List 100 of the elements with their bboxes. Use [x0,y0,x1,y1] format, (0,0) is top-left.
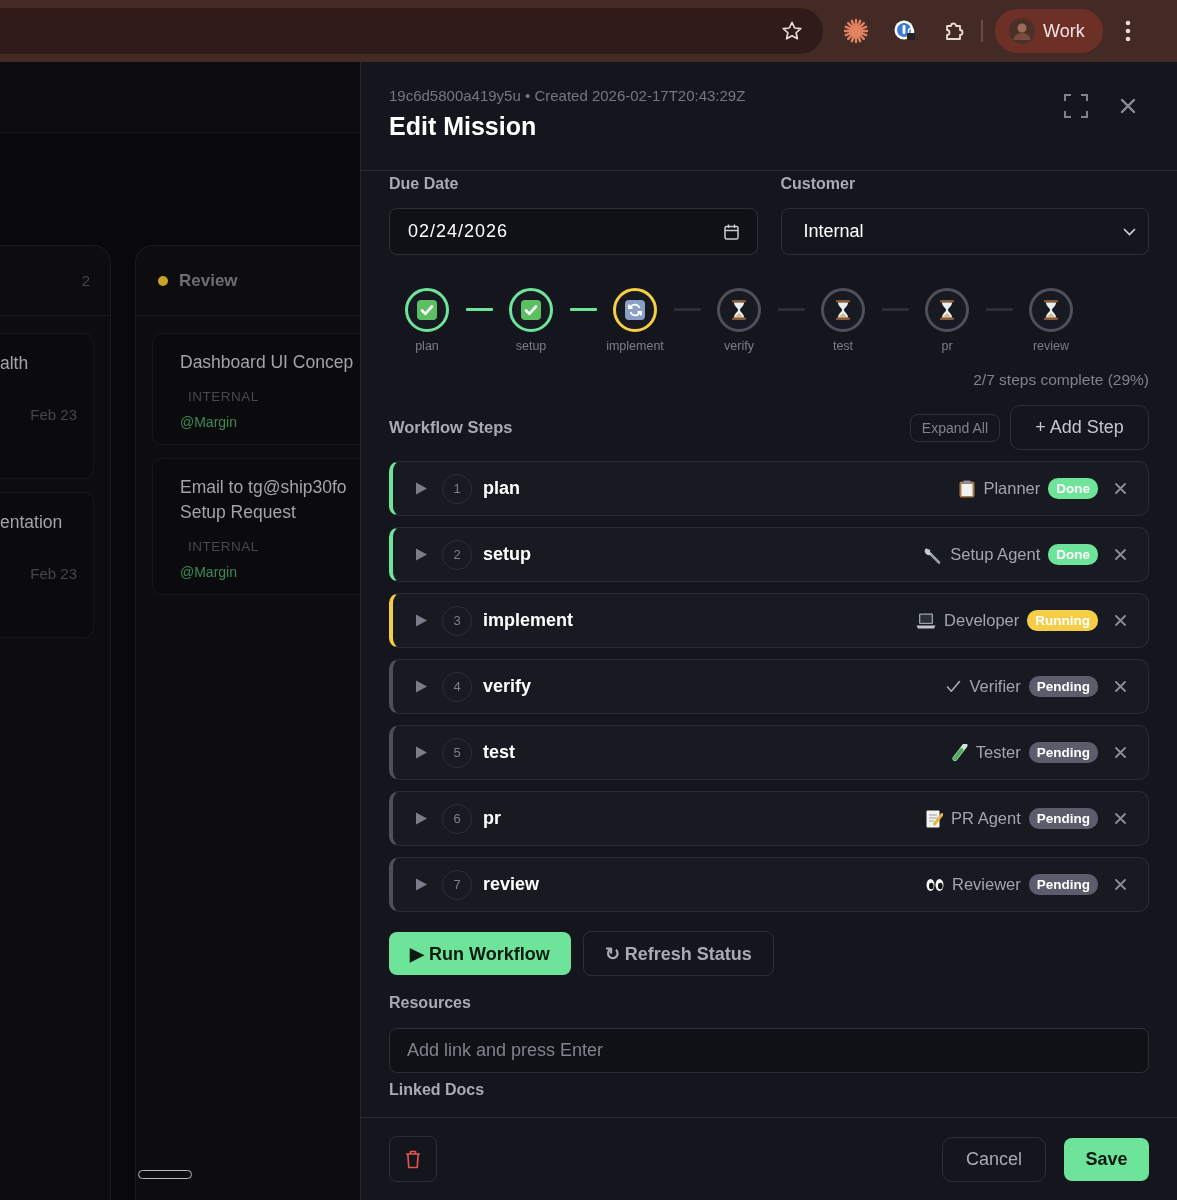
section-title: Resources [389,994,472,1013]
task-card[interactable]: Email to tg@ship30fo Setup Request INTERNAL @Margin [152,458,360,595]
expand-icon[interactable] [415,746,427,759]
status-badge: Running [1027,610,1098,631]
checkbox-icon [521,300,541,320]
trash-icon [405,1149,421,1169]
hourglass-icon [731,300,747,320]
step-name: verify [483,676,532,697]
card-count: 2 [81,272,90,289]
workflow-step[interactable]: 3 implement Developer Running [389,593,1149,648]
status-badge: Done [1048,478,1098,499]
hourglass-icon [835,300,851,320]
workflow-step[interactable]: 2 setup Setup Agent Done [389,527,1149,582]
eyes-icon [925,877,944,892]
fullscreen-icon[interactable] [1064,94,1088,118]
delete-button[interactable] [389,1136,437,1182]
agent-name: Setup Agent [950,545,1041,564]
expand-icon[interactable] [415,482,427,495]
expand-icon[interactable] [415,548,427,561]
drawer-title: Edit Mission [389,112,538,141]
due-date-text: Feb 23 [29,565,77,582]
laptop-icon [916,612,937,629]
step-label: implement [606,339,664,353]
hourglass-icon [1043,300,1059,320]
expand-all-button[interactable]: Expand All [909,413,1000,442]
memo-icon [926,809,944,828]
password-manager-icon[interactable] [893,19,917,43]
refresh-status-button[interactable]: ↻ Refresh Status [582,931,774,976]
starburst-icon[interactable] [843,18,869,44]
step-name: plan [483,478,520,499]
remove-icon[interactable] [1115,615,1126,626]
card-title: alth [0,352,30,375]
step-name: implement [483,610,574,631]
checkbox-icon [417,300,437,320]
workflow-step[interactable]: 7 review Reviewer Pending [389,857,1149,912]
test-tube-icon [951,743,968,762]
assignee-text: @Margin [180,414,237,430]
task-card[interactable]: entation Feb 23 [0,492,94,638]
check-icon [946,680,962,693]
status-badge: Pending [1028,808,1098,829]
agent-name: Tester [975,743,1021,762]
cancel-button[interactable]: Cancel [942,1136,1046,1182]
wrench-icon [924,545,943,564]
step-name: review [483,874,540,895]
column-title: Review [179,270,238,291]
sync-icon [625,300,645,320]
section-title: Linked Docs [389,1081,486,1100]
remove-icon[interactable] [1115,879,1126,890]
card-title: Dashboard UI Concep [180,351,355,374]
task-card[interactable]: alth Feb 23 [0,333,94,479]
agent-name: Planner [983,479,1041,498]
resource-link-field[interactable]: Add link and press Enter [389,1028,1149,1073]
calendar-icon [723,223,739,240]
assignee-text: @Margin [180,564,237,580]
remove-icon[interactable] [1115,549,1126,560]
field-label: Due Date [389,175,460,194]
card-title: Email to tg@ship30fo [180,476,348,499]
save-button[interactable]: Save [1064,1137,1149,1181]
agent-name: PR Agent [951,809,1021,828]
close-icon[interactable] [1120,98,1136,114]
expand-icon[interactable] [415,680,427,693]
step-name: pr [483,808,501,829]
step-label: pr [941,339,953,353]
expand-icon[interactable] [415,614,427,627]
workflow-step[interactable]: 5 test Tester Pending [389,725,1149,780]
step-label: verify [724,339,754,353]
mission-meta: 19c6d5800a419y5u • Created 2026-02-17T20:43:29Z [389,87,747,104]
run-workflow-button[interactable]: ▶ Run Workflow [389,932,571,975]
remove-icon[interactable] [1115,483,1126,494]
status-badge: Pending [1028,676,1098,697]
remove-icon[interactable] [1115,747,1126,758]
add-step-button[interactable]: + Add Step [1010,405,1149,450]
status-badge: Done [1048,544,1098,565]
remove-icon[interactable] [1115,681,1126,692]
customer-tag: INTERNAL [188,389,360,404]
expand-icon[interactable] [415,812,427,825]
workflow-step[interactable]: 6 pr PR Agent Pending [389,791,1149,846]
step-name: test [483,742,515,763]
expand-icon[interactable] [415,878,427,891]
step-label: review [1032,339,1070,353]
remove-icon[interactable] [1115,813,1126,824]
customer-tag: INTERNAL [188,539,360,554]
status-badge: Pending [1028,874,1098,895]
workflow-step[interactable]: 1 plan Planner Done [389,461,1149,516]
agent-name: Reviewer [951,875,1021,894]
card-title: entation [0,511,64,534]
workflow-step[interactable]: 4 verify Verifier Pending [389,659,1149,714]
task-card[interactable]: Dashboard UI Concep INTERNAL @Margin [152,333,360,445]
more-menu-icon[interactable] [1124,20,1131,42]
profile-button[interactable]: Work [995,9,1103,53]
field-label: Customer [780,175,857,194]
step-label: test [832,339,854,353]
bookmark-star-icon[interactable] [781,20,803,42]
step-name: setup [483,544,531,565]
chevron-down-icon [1123,227,1136,236]
section-title: Workflow Steps [389,418,514,437]
customer-select[interactable]: Internal [780,208,1149,255]
date-field[interactable]: 02/24/2026 [389,208,758,255]
progress-summary: 2/7 steps complete (29%) [972,371,1149,389]
status-badge: Pending [1028,742,1098,763]
